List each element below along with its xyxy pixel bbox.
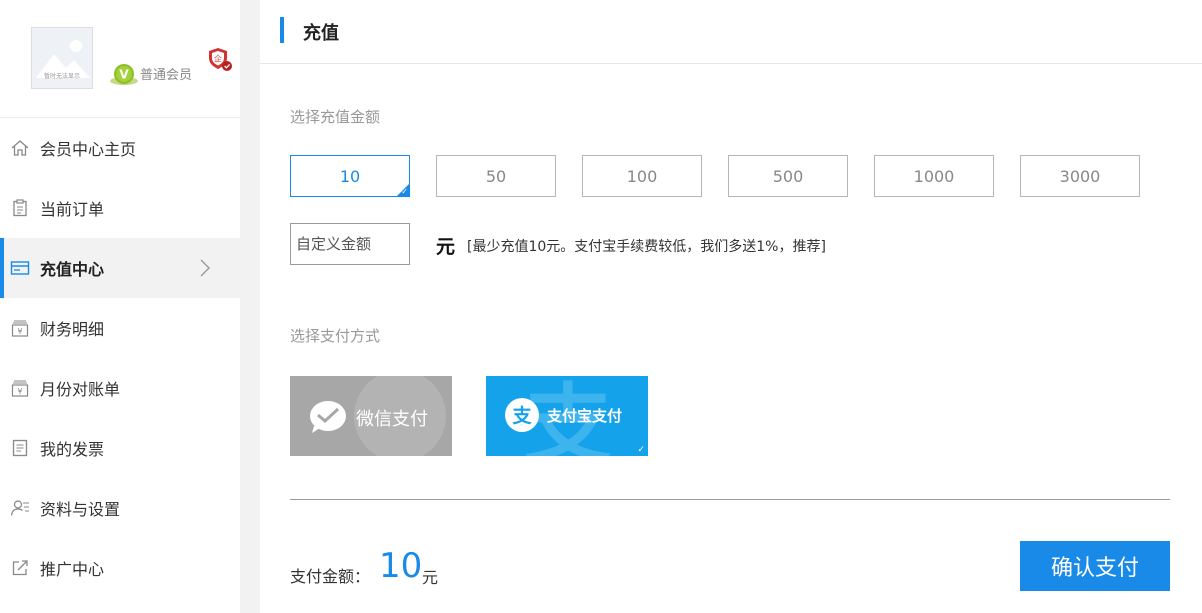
total-label: 支付金额：: [290, 567, 371, 586]
sidebar-item-label: 资料与设置: [40, 500, 121, 519]
sidebar-item-label: 财务明细: [40, 320, 105, 339]
section-divider: [290, 499, 1170, 500]
clipboard-icon: [10, 198, 30, 218]
sidebar-item-label: 当前订单: [40, 200, 105, 219]
profile-panel: 暂时无法显示 V 普通会员 企: [0, 0, 240, 118]
share-icon: [10, 558, 30, 578]
sidebar: 暂时无法显示 V 普通会员 企 会员中心主页 当前订单 充值中心 ¥ 财务明细 …: [0, 0, 240, 613]
avatar[interactable]: 暂时无法显示: [31, 27, 93, 89]
vip-v-icon: V: [110, 64, 138, 85]
amount-option-3000[interactable]: 3000: [1020, 155, 1140, 197]
total-amount: 10: [379, 546, 423, 586]
amount-option-1000[interactable]: 1000: [874, 155, 994, 197]
home-icon: [10, 138, 30, 158]
sidebar-item-label: 充值中心: [40, 260, 105, 279]
amount-option-label: 50: [485, 166, 507, 186]
confirm-payment-button[interactable]: 确认支付: [1020, 541, 1170, 591]
sidebar-item-current-orders[interactable]: 当前订单: [0, 178, 240, 238]
svg-text:¥: ¥: [17, 327, 22, 336]
page-title: 充值: [303, 23, 339, 44]
sidebar-item-home[interactable]: 会员中心主页: [0, 118, 240, 178]
sidebar-item-label: 月份对账单: [40, 380, 121, 399]
amount-option-10[interactable]: 10 ✓: [290, 155, 410, 197]
invoice-icon: [10, 438, 30, 458]
check-icon: ✓: [637, 445, 645, 455]
sidebar-nav: 会员中心主页 当前订单 充值中心 ¥ 财务明细 ¥ 月份对账单 我的发票 资料与…: [0, 118, 240, 598]
yuan-tray-icon: ¥: [10, 378, 30, 398]
svg-text:企: 企: [214, 54, 222, 64]
currency-unit: 元: [436, 236, 456, 258]
sidebar-item-label: 会员中心主页: [40, 140, 137, 159]
svg-text:支: 支: [511, 405, 532, 427]
amount-option-100[interactable]: 100: [582, 155, 702, 197]
amount-section-label: 选择充值金额: [290, 108, 381, 126]
svg-text:¥: ¥: [17, 387, 22, 396]
member-level-label: 普通会员: [140, 68, 193, 83]
sidebar-item-finance[interactable]: ¥ 财务明细: [0, 298, 240, 358]
recharge-hint: [最少充值10元。支付宝手续费较低，我们多送1%，推荐]: [467, 239, 826, 255]
total-unit: 元: [422, 568, 439, 587]
amount-option-50[interactable]: 50: [436, 155, 556, 197]
custom-amount-input[interactable]: [290, 223, 410, 265]
payment-section-label: 选择支付方式: [290, 327, 381, 345]
amount-option-label: 3000: [1059, 166, 1101, 186]
payment-option-wechat[interactable]: 微信支付: [290, 376, 452, 456]
sidebar-item-label: 我的发票: [40, 440, 105, 459]
sidebar-item-promotion[interactable]: 推广中心: [0, 538, 240, 598]
payment-option-label: 微信支付: [356, 409, 428, 430]
page-header: 充值: [260, 0, 1202, 64]
sidebar-item-invoices[interactable]: 我的发票: [0, 418, 240, 478]
payment-option-label: 支付宝支付: [547, 407, 623, 425]
user-settings-icon: [10, 498, 30, 518]
amount-option-label: 100: [626, 166, 658, 186]
header-accent-bar: [280, 17, 284, 43]
sidebar-item-recharge[interactable]: 充值中心: [0, 238, 240, 298]
sidebar-item-monthly-statement[interactable]: ¥ 月份对账单: [0, 358, 240, 418]
sidebar-item-profile-settings[interactable]: 资料与设置: [0, 478, 240, 538]
sidebar-item-label: 推广中心: [40, 560, 105, 579]
amount-option-label: 500: [772, 166, 804, 186]
svg-text:V: V: [119, 68, 129, 82]
chevron-right-icon: [200, 259, 210, 277]
app-root: 暂时无法显示 V 普通会员 企 会员中心主页 当前订单 充值中心 ¥ 财务明细 …: [0, 0, 1202, 613]
check-icon: ✓: [401, 187, 408, 196]
card-icon: [10, 258, 30, 278]
enterprise-shield-icon[interactable]: 企: [207, 46, 233, 72]
avatar-caption: 暂时无法显示: [43, 73, 80, 80]
amount-option-500[interactable]: 500: [728, 155, 848, 197]
amount-option-label: 1000: [913, 166, 955, 186]
main-panel: 充值 选择充值金额 10 ✓ 50 100 500 1000 3000 元 [最…: [260, 0, 1202, 613]
payment-option-alipay[interactable]: 支 支 支付宝支付 ✓: [486, 376, 648, 456]
amount-option-label: 10: [339, 166, 361, 186]
yuan-tray-icon: ¥: [10, 318, 30, 338]
